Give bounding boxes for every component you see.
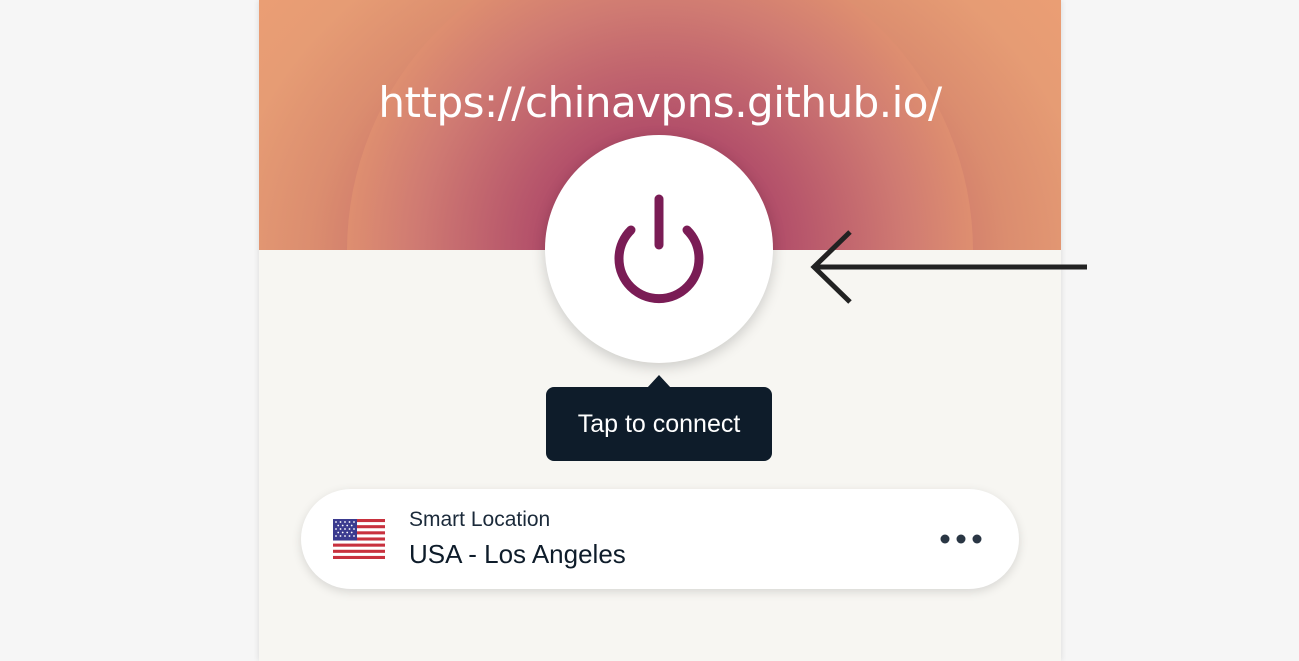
location-label: Smart Location: [409, 508, 551, 531]
left-arrow-icon: [810, 230, 1087, 304]
location-name: USA - Los Angeles: [409, 539, 626, 569]
vpn-app-window: https://chinavpns.github.io/ Tap to conn…: [259, 0, 1061, 661]
more-options-icon: [940, 534, 982, 544]
more-options-button[interactable]: [931, 519, 991, 559]
tooltip-text: Tap to connect: [577, 409, 741, 438]
us-flag-icon: [333, 519, 385, 559]
page: https://chinavpns.github.io/ Tap to conn…: [0, 0, 1299, 661]
connect-power-button[interactable]: [545, 135, 773, 363]
power-icon: [614, 194, 704, 304]
tap-to-connect-tooltip: Tap to connect: [546, 375, 772, 461]
watermark-url: https://chinavpns.github.io/: [378, 78, 942, 127]
location-selector[interactable]: Smart Location USA - Los Angeles: [301, 489, 1019, 589]
